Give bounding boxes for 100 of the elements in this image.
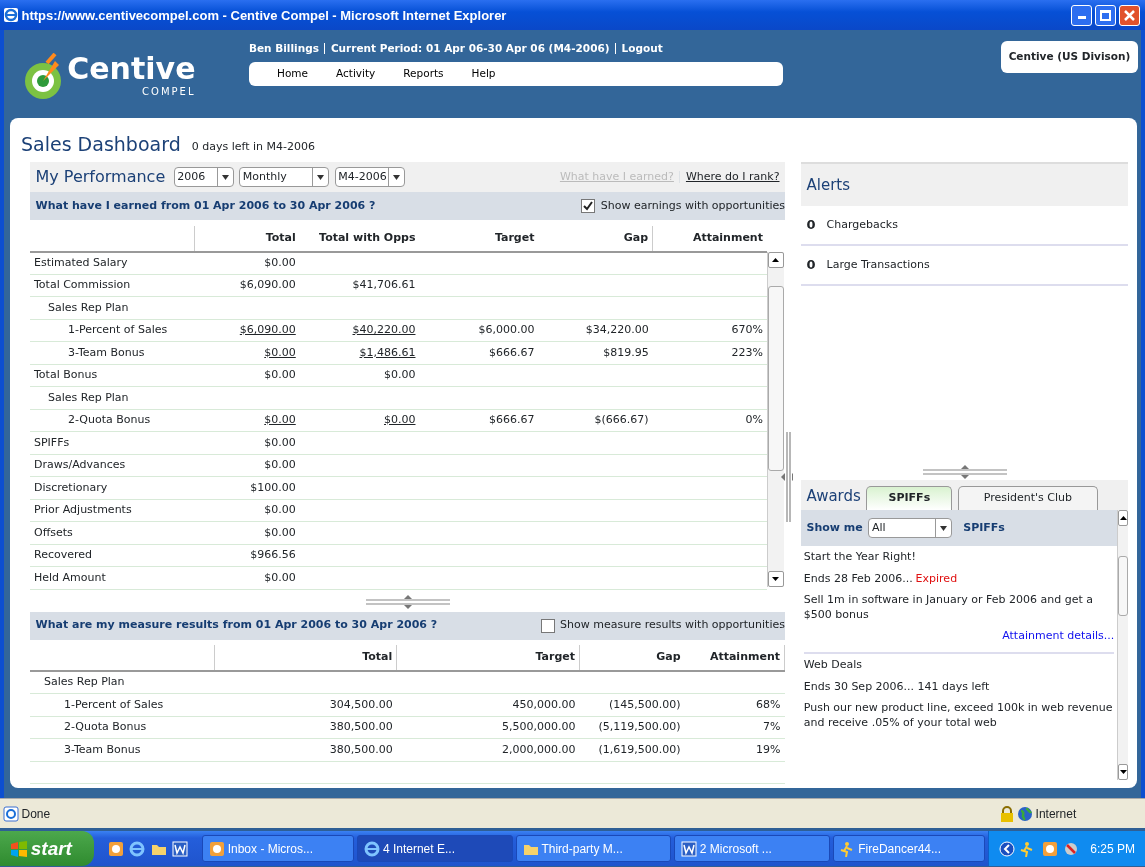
scrollbar-thumb[interactable] <box>1118 556 1128 616</box>
taskbar-button[interactable]: 2 Microsoft ... <box>674 835 830 862</box>
period-dropdown[interactable]: Monthly <box>239 167 329 187</box>
table-cell: $6,000.00 <box>419 319 539 342</box>
period-dropdown[interactable]: M4-2006 <box>334 167 405 187</box>
alert-count: 0 <box>806 256 816 275</box>
nav-link[interactable]: Activity <box>336 66 376 83</box>
division-label: Centive (US Divison) <box>1000 41 1139 73</box>
minimize-button[interactable] <box>1071 4 1092 26</box>
award-title: Web Deals <box>803 657 863 674</box>
row-label: Discretionary <box>30 476 195 499</box>
row-label: Total Commission <box>30 274 195 297</box>
document-icon[interactable] <box>172 840 189 857</box>
scroll-down-button[interactable] <box>1118 764 1128 780</box>
column-header[interactable]: Target <box>396 645 580 671</box>
filter-dropdown[interactable]: All <box>868 518 953 538</box>
table-cell: 0% <box>652 409 767 432</box>
column-header[interactable]: Attainment <box>652 225 767 252</box>
caret-icon <box>317 174 324 180</box>
splitter-handle[interactable] <box>781 432 793 522</box>
checkbox-option[interactable]: Show measure results with opportunities <box>540 617 785 634</box>
current-period: Current Period: 01 Apr 06-30 Apr 06 (M4-2006) <box>330 41 610 56</box>
windows-logo-icon <box>10 840 28 857</box>
amount-link[interactable]: $1,486.61 <box>299 341 420 364</box>
logout-link[interactable]: Logout <box>621 41 663 57</box>
nav-link[interactable]: Home <box>277 66 308 83</box>
report-link[interactable]: Where do I rank? <box>685 168 780 186</box>
table-cell: 223% <box>652 341 767 364</box>
maximize-icon <box>1099 9 1111 21</box>
table-cell: $41,706.61 <box>299 274 420 297</box>
clock-icon[interactable] <box>1041 840 1058 857</box>
column-header[interactable]: Attainment <box>684 645 785 671</box>
column-header[interactable]: Total <box>194 225 300 252</box>
amount-link[interactable]: $0.00 <box>299 409 420 432</box>
table-cell: $0.00 <box>194 251 300 274</box>
scroll-down-button[interactable] <box>767 571 784 587</box>
maximize-button[interactable] <box>1094 4 1116 26</box>
row-label: Held Amount <box>30 566 195 589</box>
amount-link[interactable]: $0.00 <box>194 409 300 432</box>
caret-icon <box>392 174 400 180</box>
start-button[interactable]: start <box>0 831 94 866</box>
splitter-handle[interactable] <box>365 593 450 610</box>
table-cell: $0.00 <box>299 364 420 387</box>
browser-icon <box>2 7 19 23</box>
table-cell: $0.00 <box>194 364 300 387</box>
column-header[interactable]: Target <box>419 225 539 252</box>
nav-link[interactable]: Reports <box>403 66 444 83</box>
awards-tab[interactable]: SPIFFs <box>866 486 953 510</box>
details-link[interactable]: Attainment details... <box>1002 628 1115 642</box>
logo-subtitle: COMPEL <box>142 85 196 100</box>
table-cell: $966.56 <box>194 544 300 567</box>
scroll-up-button[interactable] <box>1118 510 1128 526</box>
checkbox-option[interactable]: Show earnings with opportunities <box>581 197 785 215</box>
nav-link[interactable]: Help <box>471 66 496 83</box>
column-header[interactable]: Total with Opps <box>299 225 420 252</box>
caret-icon <box>221 174 229 180</box>
blocked-icon[interactable] <box>1063 840 1080 857</box>
amount-link[interactable]: $40,220.00 <box>299 319 420 342</box>
amount-link[interactable]: $0.00 <box>194 341 300 364</box>
filter-label: Show me <box>806 519 863 536</box>
taskbar-button[interactable]: Third-party M... <box>515 835 672 862</box>
award-title: Start the Year Right! <box>803 548 917 565</box>
period-dropdown[interactable]: 2006 <box>173 167 234 187</box>
security-zone: Internet <box>1035 805 1078 823</box>
amount-link[interactable]: $6,090.00 <box>194 319 300 342</box>
up-arrow-icon <box>1119 516 1127 520</box>
alert-label[interactable]: Chargebacks <box>826 216 898 234</box>
taskbar-button[interactable]: Inbox - Micros... <box>201 835 355 862</box>
scrollbar[interactable] <box>766 251 784 587</box>
table-cell: $0.00 <box>194 454 300 477</box>
minimize-icon <box>1077 16 1086 20</box>
row-label: 3-Team Bonus <box>30 738 215 761</box>
row-label: Estimated Salary <box>30 251 195 274</box>
browser-icon[interactable] <box>129 840 146 857</box>
column-header[interactable]: Gap <box>538 225 653 252</box>
column-header[interactable]: Total <box>214 645 397 671</box>
close-button[interactable] <box>1118 4 1140 26</box>
chevron-left-icon[interactable] <box>998 840 1015 857</box>
alert-label[interactable]: Large Transactions <box>826 256 930 274</box>
row-label: 1-Percent of Sales <box>30 693 215 716</box>
taskbar-button[interactable]: 4 Internet E... <box>357 835 513 862</box>
table-cell: (145,500.00) <box>579 693 685 716</box>
logo-text: Centive <box>67 54 196 85</box>
splitter-handle[interactable] <box>922 464 1007 480</box>
column-header[interactable]: Gap <box>579 645 685 671</box>
taskbar-button[interactable]: FireDancer44... <box>832 835 985 862</box>
document-icon <box>681 840 698 857</box>
scroll-up-button[interactable] <box>767 251 784 268</box>
checkbox[interactable] <box>540 618 555 633</box>
page-icon <box>2 805 19 822</box>
section-heading: What are my measure results from 01 Apr 2006 to 30 Apr 2006 ? <box>35 617 438 634</box>
panel-title: Awards <box>806 485 861 507</box>
awards-tab[interactable]: President's Club <box>957 486 1098 510</box>
scrollbar-thumb[interactable] <box>767 285 784 471</box>
row-label: Prior Adjustments <box>30 499 195 522</box>
checkbox[interactable] <box>581 199 596 213</box>
row-label: 1-Percent of Sales <box>30 319 195 342</box>
row-label: SPIFFs <box>30 431 195 454</box>
scrollbar[interactable] <box>1117 510 1128 780</box>
clock-icon[interactable] <box>107 840 124 857</box>
